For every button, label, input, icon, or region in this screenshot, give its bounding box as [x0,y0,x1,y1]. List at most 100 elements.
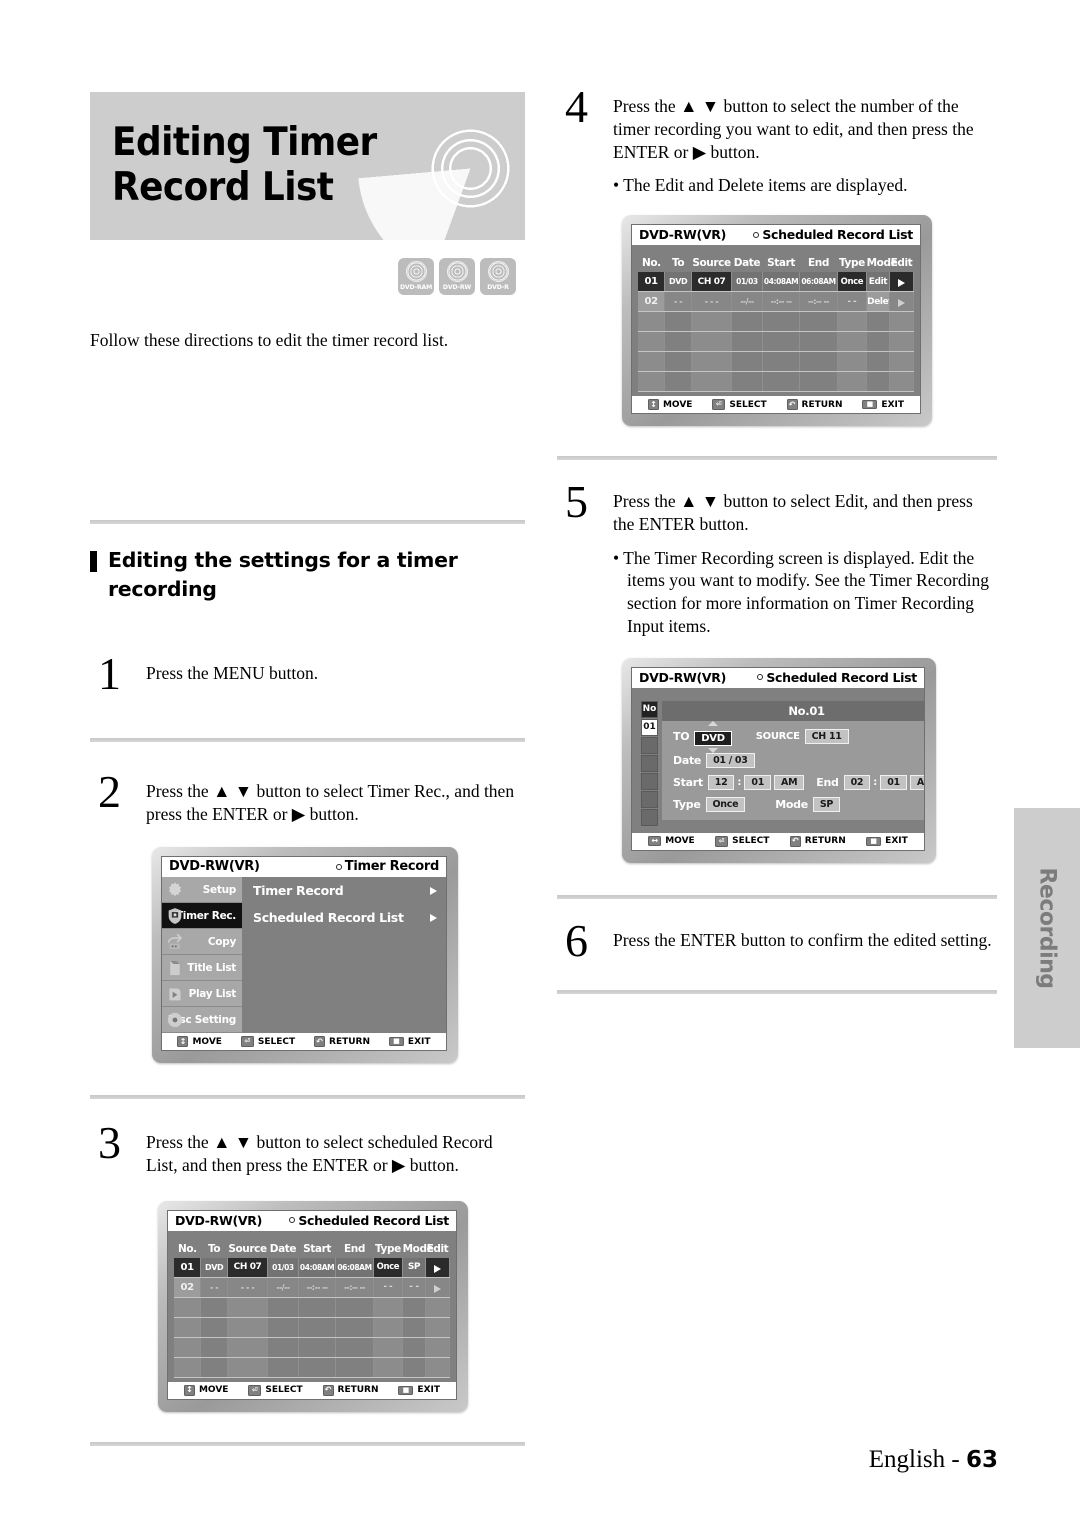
nav-select[interactable]: ⏎ SELECT [248,1384,303,1396]
sidebar-item-timer-rec[interactable]: Timer Rec. [162,903,242,930]
menu-item-timer-record[interactable]: Timer Record [242,877,446,904]
nav-exit[interactable]: ■ EXIT [398,1385,440,1395]
nav-exit[interactable]: ■ EXIT [866,836,908,846]
nav-move[interactable]: ↔ MOVE [648,836,695,846]
table-row-empty [638,351,915,372]
table-row-empty [638,331,915,352]
bullet-circle-icon [753,231,760,238]
nav-label: SELECT [729,399,767,410]
bullet-circle-icon [335,863,342,870]
cell-type: - - [837,291,868,312]
col-date: Date [269,1242,297,1255]
table-row[interactable]: 02 - - - - - --/-- --:-- -- --:-- -- - -… [638,291,915,312]
cell-edit[interactable] [425,1257,451,1278]
type-label: Type [673,797,701,811]
step-bullet: • The Edit and Delete items are displaye… [613,175,908,196]
cell-date: --/-- [731,291,763,312]
exit-key-icon: ■ [388,1037,404,1047]
to-value: DVD [694,730,732,746]
sidebar-item-setup[interactable]: Setup [162,877,242,904]
form-titlebar: DVD-RW(VR) Scheduled Record List [632,667,924,688]
sidebar-item-title-list[interactable]: Title List [162,955,242,982]
index-empty [641,772,658,790]
tv-inner: DVD-RW(VR) Scheduled Record List No. To … [631,224,921,414]
index-selected[interactable]: 01 [641,718,658,736]
type-value[interactable]: Once [705,796,746,812]
col-source: Source [692,257,731,269]
time-separator: : [873,776,878,788]
copy-icon [167,933,183,950]
col-to: To [208,1242,221,1255]
start-ampm[interactable]: AM [774,774,805,790]
cell-date: --/-- [267,1277,299,1298]
to-spinner[interactable]: DVD [694,728,732,746]
left-column: Editing Timer Record List DVD-RAM DVD-RW… [90,92,525,1446]
cell-type: Once [373,1257,404,1278]
divider [90,520,525,524]
menu-item-scheduled-record-list[interactable]: Scheduled Record List [242,904,446,931]
nav-label: EXIT [417,1385,440,1396]
cell-start: 04:08AM [762,272,801,292]
nav-return[interactable]: ↶ RETURN [322,1384,379,1396]
cell-date: 01/03 [267,1257,299,1278]
mode-value[interactable]: SP [812,796,841,812]
side-tab-label: Recording [1034,867,1060,989]
page-footer: English - 63 [869,1446,998,1474]
nav-return[interactable]: ↶ RETURN [786,399,843,410]
nav-move[interactable]: ↕ MOVE [647,399,692,410]
nav-label: SELECT [257,1036,296,1047]
end-hour[interactable]: 02 [843,774,871,790]
cell-date: 01/03 [731,272,763,292]
nav-select[interactable]: ⏎ SELECT [240,1036,296,1048]
start-hour[interactable]: 12 [707,774,735,790]
nav-return[interactable]: ↶ RETURN [789,835,846,847]
step-number: 3 [98,1117,121,1169]
step-number: 2 [98,765,121,817]
menu-titlebar: DVD-RW(VR) Timer Record [162,857,446,878]
table-row[interactable]: 01 DVD CH 07 01/03 04:08AM 06:08AM Once … [174,1257,451,1278]
cell-edit[interactable] [889,291,915,312]
cell-edit[interactable] [425,1277,451,1298]
sidebar-item-play-list[interactable]: Play List [162,981,242,1008]
screen-title: Timer Record [335,859,439,874]
cell-edit[interactable] [889,272,915,292]
source-value[interactable]: CH 11 [804,729,849,744]
nav-exit[interactable]: ■ EXIT [388,1037,431,1047]
mode-label: Mode [775,797,808,811]
end-minute[interactable]: 01 [880,774,907,790]
sidebar-item-disc-setting[interactable]: Disc Setting [162,1007,242,1034]
gear-icon [168,881,182,897]
disc-format-icons: DVD-RAM DVD-RW DVD-R [398,258,516,295]
table-row[interactable]: 01 DVD CH 07 01/03 04:08AM 06:08AM Once … [638,272,915,292]
screen-title: Scheduled Record List [757,670,917,685]
nav-exit[interactable]: ■ EXIT [862,400,904,410]
cell-mode-edit[interactable]: Edit [866,272,890,292]
footer-language: English - [868,1446,966,1473]
row-to-source: TO DVD SOURCE CH 11 [673,728,924,746]
index-empty [641,808,658,826]
col-start: Start [767,257,795,269]
col-end: End [344,1242,365,1255]
nav-select[interactable]: ⏎ SELECT [715,835,769,847]
start-minute[interactable]: 01 [744,774,772,790]
date-value[interactable]: 01 / 03 [706,752,755,768]
nav-move[interactable]: ↕ MOVE [183,1384,228,1396]
nav-return[interactable]: ↶ RETURN [314,1036,370,1048]
nav-select[interactable]: ⏎ SELECT [712,399,767,410]
section-heading: Editing the settings for a timer recordi… [90,546,525,604]
table-row-empty [174,1357,451,1378]
cell-mode-delete[interactable]: Delete [866,291,890,312]
nav-label: RETURN [337,1385,379,1396]
end-ampm[interactable]: AM [909,774,924,790]
sidebar-item-copy[interactable]: Copy [162,929,242,956]
row-start-end: Start 12 : 01 AM End 02 : 01 AM [673,774,924,790]
footer-page-number: 63 [965,1447,998,1473]
tv-inner: DVD-RW(VR) Scheduled Record List No. To … [167,1209,457,1400]
cell-end: 06:08AM [335,1257,374,1278]
table-row[interactable]: 02 - - - - - --/-- --:-- -- --:-- -- - -… [174,1277,451,1298]
nav-move[interactable]: ↕ MOVE [177,1036,222,1048]
form-row-index-column: No 01 [632,700,658,827]
step-text: Press the MENU button. [146,663,319,684]
sidebar-label: Title List [187,961,236,974]
disc-type-label: DVD-RW(VR) [639,669,726,685]
